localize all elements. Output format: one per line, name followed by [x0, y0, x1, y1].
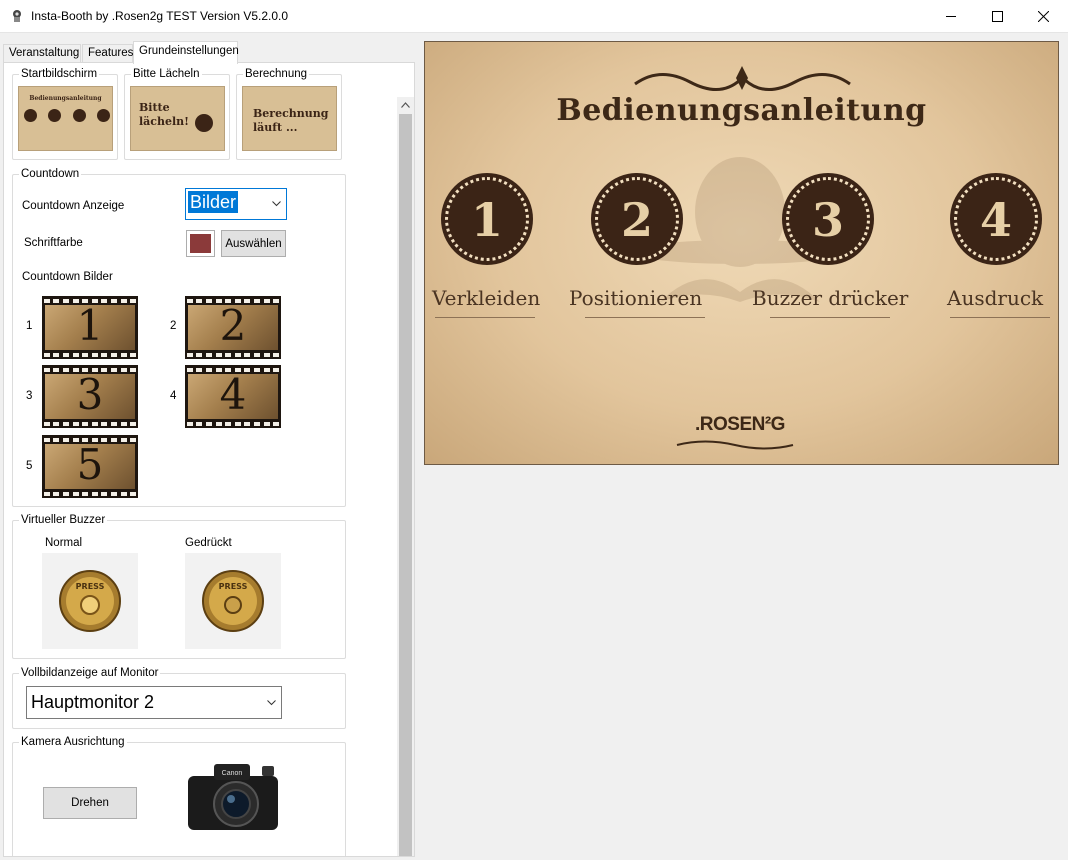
monitor-group: Vollbildanzeige auf Monitor Hauptmonitor…	[12, 667, 346, 729]
close-icon	[1037, 10, 1049, 22]
countdown-legend: Countdown	[19, 168, 82, 181]
step-3-label: Buzzer drücker	[752, 286, 909, 310]
chevron-down-icon	[272, 201, 281, 207]
maximize-icon	[991, 10, 1003, 22]
chevron-down-icon	[267, 699, 276, 705]
bitte-laecheln-thumb-text: Bitte lächeln!	[139, 101, 190, 128]
auswaehlen-button[interactable]: Auswählen	[221, 230, 286, 257]
countdown-image-3[interactable]: 3	[42, 365, 138, 428]
step-2-divider	[585, 317, 705, 318]
step-3-number: 3	[811, 193, 844, 247]
maximize-button[interactable]	[974, 0, 1020, 32]
countdown-image-index-1: 1	[26, 320, 33, 332]
monitor-value: Hauptmonitor 2	[31, 692, 155, 712]
scroll-thumb[interactable]	[399, 114, 412, 856]
countdown-digit-3: 3	[76, 370, 104, 419]
berechnung-thumbnail[interactable]: Berechnung läuft ...	[242, 86, 337, 151]
countdown-anzeige-label: Countdown Anzeige	[22, 200, 125, 212]
countdown-digit-1: 1	[76, 301, 104, 350]
countdown-image-4[interactable]: 4	[185, 365, 281, 428]
minimize-icon	[945, 15, 956, 17]
countdown-image-index-5: 5	[26, 460, 33, 472]
countdown-anzeige-value: Bilder	[188, 191, 239, 213]
buzzer-normal-text: PRESS	[76, 582, 105, 591]
tab-features[interactable]: Features	[82, 44, 133, 63]
press-button-icon: PRESS	[59, 570, 121, 632]
berechnung-label: Berechnung	[243, 68, 310, 81]
tab-page-grundeinstellungen: Startbildschirm Bedienungsanleitung Bitt…	[3, 62, 415, 857]
bitte-laecheln-label: Bitte Lächeln	[131, 68, 202, 81]
countdown-digit-4: 4	[219, 370, 247, 419]
brand-logo: .ROSEN²G	[695, 414, 785, 435]
step-1-badge: 1	[445, 177, 529, 261]
step-4-divider	[950, 317, 1050, 318]
startbildschirm-label: Startbildschirm	[19, 68, 100, 81]
countdown-image-1[interactable]: 1	[42, 296, 138, 359]
monitor-select[interactable]: Hauptmonitor 2	[26, 686, 282, 719]
mustache-icon	[195, 114, 213, 132]
buzzer-normal-label: Normal	[45, 537, 83, 549]
minimize-button[interactable]	[928, 0, 974, 32]
countdown-digit-5: 5	[76, 440, 104, 489]
countdown-anzeige-select[interactable]: Bilder	[185, 188, 287, 220]
camera-icon: Canon	[188, 764, 278, 830]
kamera-legend: Kamera Ausrichtung	[19, 736, 127, 749]
step-4-badge: 4	[954, 177, 1038, 261]
buzzer-group: Virtueller Buzzer Normal Gedrückt PRESS …	[12, 514, 346, 659]
buzzer-gedrueckt-image[interactable]: PRESS	[185, 553, 281, 649]
step-4-number: 4	[979, 193, 1012, 247]
app-icon	[13, 10, 21, 22]
startscreen-preview: Bedienungsanleitung 1 2 3 4 Verkleiden P…	[424, 41, 1059, 465]
step-1-label: Verkleiden	[432, 286, 541, 310]
step-2-number: 2	[620, 193, 653, 247]
countdown-image-index-2: 2	[170, 320, 177, 332]
monitor-legend: Vollbildanzeige auf Monitor	[19, 667, 161, 680]
buzzer-gedrueckt-text: PRESS	[219, 582, 248, 591]
step-2-badge: 2	[595, 177, 679, 261]
camera-brand: Canon	[222, 770, 243, 777]
bitte-laecheln-thumbnail[interactable]: Bitte lächeln!	[130, 86, 225, 151]
settings-panel: Veranstaltung Features Grundeinstellunge…	[0, 33, 416, 860]
preview-title: Bedienungsanleitung	[556, 93, 927, 128]
title-bar: Insta-Booth by .Rosen2g TEST Version V5.…	[0, 0, 1068, 33]
berechnung-thumb-text: Berechnung läuft ...	[253, 107, 329, 134]
schriftfarbe-swatch[interactable]	[186, 230, 215, 257]
kamera-group: Kamera Ausrichtung Drehen Canon	[12, 736, 346, 856]
ornament-icon	[634, 66, 851, 91]
countdown-bilder-label: Countdown Bilder	[22, 271, 113, 283]
step-4-label: Ausdruck	[947, 286, 1044, 310]
buzzer-normal-image[interactable]: PRESS	[42, 553, 138, 649]
startbildschirm-thumb-title: Bedienungsanleitung	[29, 95, 102, 102]
step-3-badge: 3	[786, 177, 870, 261]
countdown-image-index-3: 3	[26, 390, 33, 402]
drehen-button[interactable]: Drehen	[43, 787, 137, 819]
step-1-number: 1	[470, 193, 503, 247]
brand-ornament-icon	[676, 440, 794, 450]
press-button-pressed-icon: PRESS	[202, 570, 264, 632]
close-button[interactable]	[1020, 0, 1066, 32]
countdown-image-2[interactable]: 2	[185, 296, 281, 359]
countdown-image-5[interactable]: 5	[42, 435, 138, 498]
tab-veranstaltung[interactable]: Veranstaltung	[3, 44, 81, 63]
startbildschirm-group: Startbildschirm Bedienungsanleitung	[12, 68, 118, 160]
countdown-image-index-4: 4	[170, 390, 177, 402]
step-2-label: Positionieren	[569, 286, 703, 310]
step-1-divider	[435, 317, 535, 318]
tab-grundeinstellungen[interactable]: Grundeinstellungen	[133, 41, 239, 64]
buzzer-gedrueckt-label: Gedrückt	[185, 537, 232, 549]
vertical-scrollbar[interactable]	[397, 97, 414, 856]
window-title: Insta-Booth by .Rosen2g TEST Version V5.…	[31, 9, 289, 23]
countdown-digit-2: 2	[219, 301, 247, 350]
bitte-laecheln-group: Bitte Lächeln Bitte lächeln!	[124, 68, 230, 160]
startbildschirm-thumbnail[interactable]: Bedienungsanleitung	[18, 86, 113, 151]
berechnung-group: Berechnung Berechnung läuft ...	[236, 68, 342, 160]
schriftfarbe-label: Schriftfarbe	[24, 237, 83, 249]
scroll-up-icon[interactable]	[401, 102, 410, 108]
countdown-group: Countdown Countdown Anzeige Bilder Schri…	[12, 168, 346, 507]
step-3-divider	[770, 317, 890, 318]
buzzer-legend: Virtueller Buzzer	[19, 514, 108, 527]
